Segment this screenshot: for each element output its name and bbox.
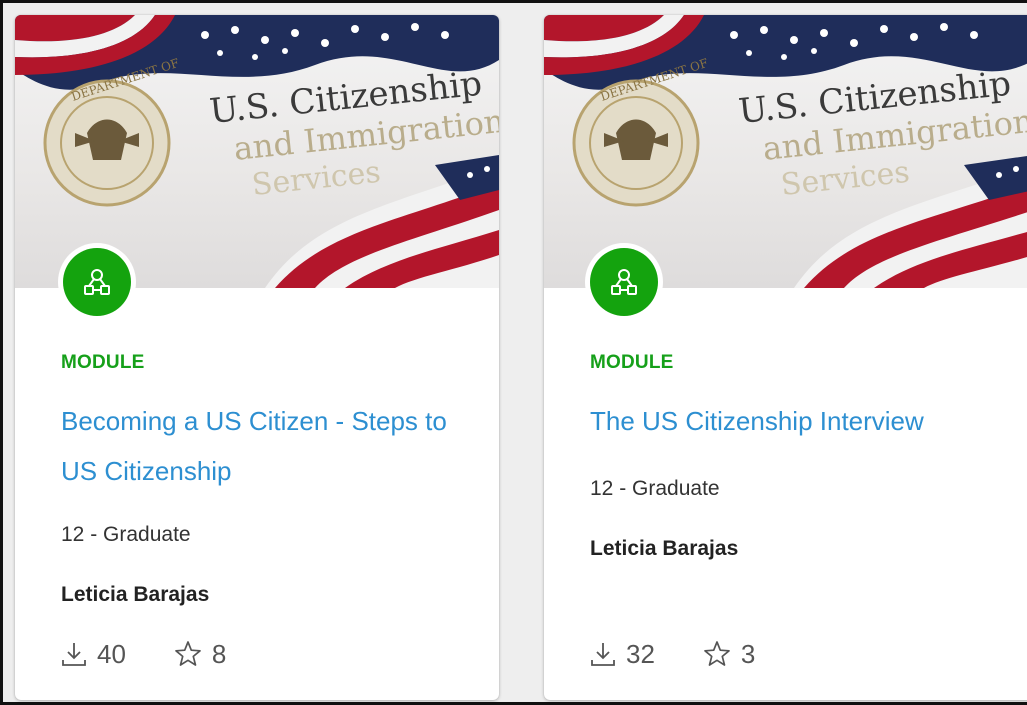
module-badge (58, 243, 136, 321)
resource-type-label: MODULE (61, 352, 145, 373)
module-network-icon (611, 269, 637, 295)
resource-type-label: MODULE (590, 352, 674, 373)
grade-level: 12 - Graduate (590, 477, 720, 500)
star-outline-icon[interactable] (703, 640, 731, 668)
resource-card[interactable]: DEPARTMENT OF U.S. Citizenship and Immig… (15, 15, 499, 700)
download-icon (62, 643, 86, 666)
resource-title-link[interactable]: The US Citizenship Interview (590, 396, 990, 446)
download-icon (591, 643, 615, 666)
downloads-stat: 40 (61, 639, 126, 670)
downloads-count: 32 (626, 638, 655, 669)
favorites-count: 8 (211, 638, 227, 669)
resource-title-link[interactable]: Becoming a US Citizen - Steps to US Citi… (61, 396, 461, 496)
resource-card[interactable]: DEPARTMENT OF U.S. Citizenship and Immig… (544, 15, 1027, 700)
results-grid: DEPARTMENT OF U.S. Citizenship and Immig… (3, 3, 1027, 702)
downloads-stat: 32 (590, 639, 655, 670)
module-badge (585, 243, 663, 321)
grade-level: 12 - Graduate (61, 523, 191, 546)
author-name[interactable]: Leticia Barajas (590, 537, 738, 561)
author-name[interactable]: Leticia Barajas (61, 583, 209, 607)
star-outline-icon[interactable] (174, 640, 202, 668)
module-network-icon (84, 269, 110, 295)
favorites-stat[interactable]: 3 (703, 639, 755, 670)
downloads-count: 40 (97, 638, 126, 669)
favorites-stat[interactable]: 8 (174, 639, 226, 670)
card-stats: 32 3 (590, 637, 755, 671)
favorites-count: 3 (740, 638, 756, 669)
card-stats: 40 8 (61, 637, 226, 671)
